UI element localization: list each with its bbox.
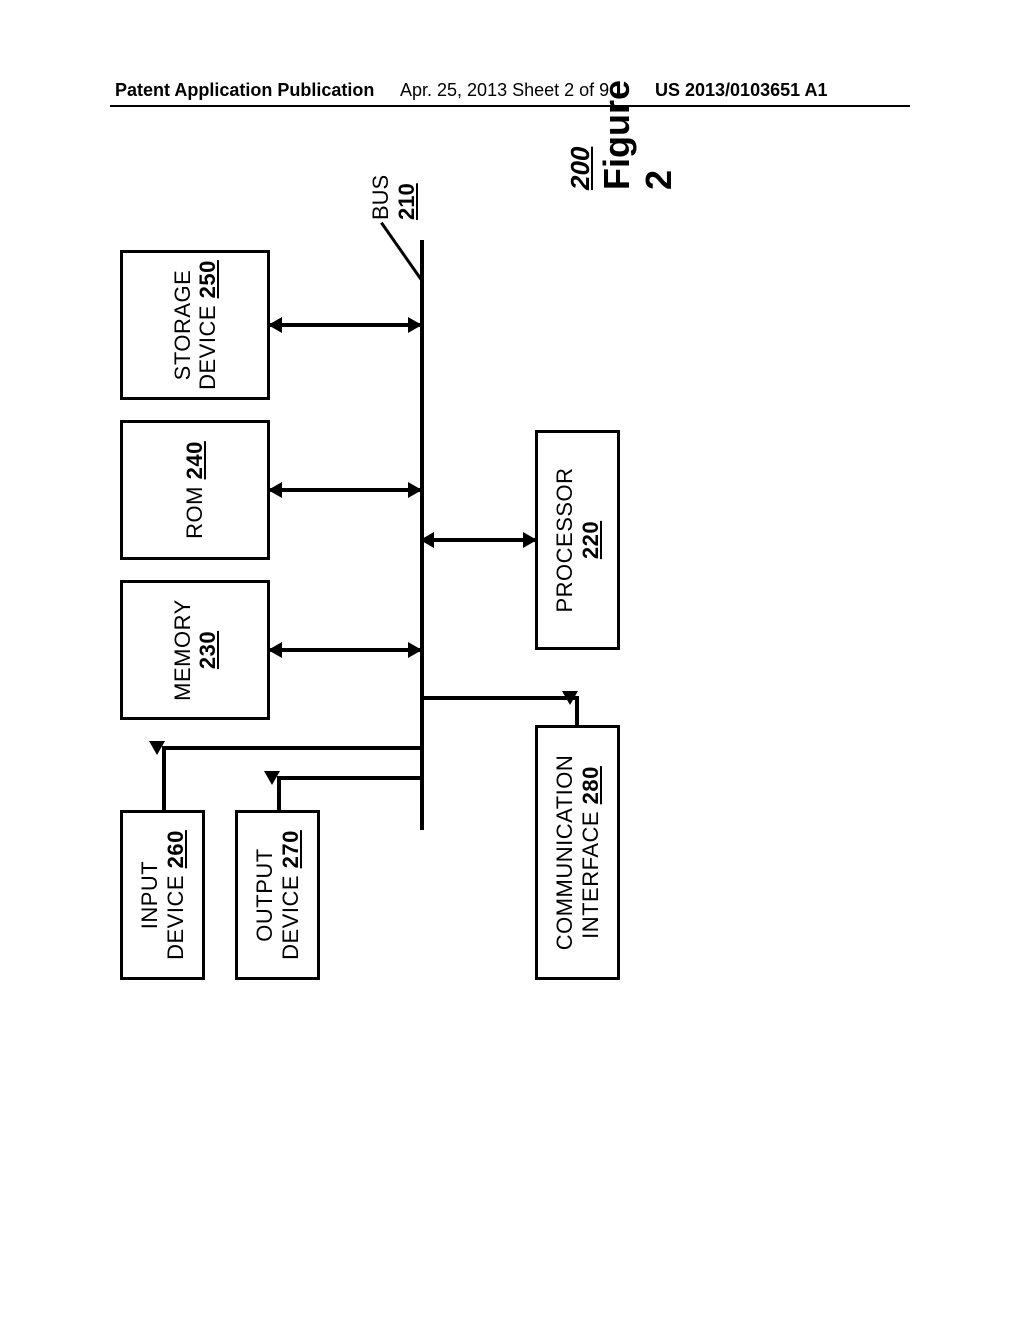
output-ref: 270 [278,830,303,868]
conn-storage [270,323,422,327]
header-rule [110,105,910,107]
arrow-storage-down [408,317,422,333]
processor-ref: 220 [578,521,603,559]
rom-ref: 240 [182,441,207,479]
input-line1: INPUT [137,861,162,930]
storage-line1: STORAGE [170,270,195,381]
arrow-memory-down [408,642,422,658]
box-memory: MEMORY 230 [120,580,270,720]
box-rom: ROM 240 [120,420,270,560]
box-processor: PROCESSOR 220 [535,430,620,650]
input-ref: 260 [163,830,188,868]
output-line1: OUTPUT [252,848,277,941]
figure-ref: 200 [565,80,596,190]
conn-memory [270,648,422,652]
arrow-to-input [149,741,165,755]
box-storage: STORAGE DEVICE 250 [120,250,270,400]
conn-input-h [162,746,166,810]
memory-ref: 230 [195,631,220,669]
bus-label: BUS 210 [368,175,420,220]
storage-ref: 250 [195,260,220,298]
conn-comm-v [420,696,578,700]
box-input-device: INPUT DEVICE 260 [120,810,205,980]
conn-processor [420,538,537,542]
comm-line2: INTERFACE [578,811,603,939]
arrow-rom-up [268,482,282,498]
processor-line1: PROCESSOR [552,467,577,612]
bus-ref: 210 [394,183,419,220]
output-line2: DEVICE [278,875,303,960]
figure-label-group: 200 Figure 2 [565,80,680,190]
header-left: Patent Application Publication [115,80,374,101]
conn-input [162,746,422,750]
memory-line1: MEMORY [170,599,195,701]
arrow-proc-up [420,532,434,548]
header-right: US 2013/0103651 A1 [655,80,827,101]
arrow-proc-down [523,532,537,548]
box-comm-interface: COMMUNICATION INTERFACE 280 [535,725,620,980]
conn-rom [270,488,422,492]
bus-text: BUS [368,175,393,220]
arrow-to-output [264,771,280,785]
arrow-storage-up [268,317,282,333]
figure-label: Figure 2 [596,80,680,190]
comm-ref: 280 [578,766,603,804]
arrow-rom-down [408,482,422,498]
arrow-to-comm [562,691,578,705]
rom-line1: ROM [182,486,207,539]
input-line2: DEVICE [163,875,188,960]
arrow-memory-up [268,642,282,658]
comm-line1: COMMUNICATION [552,755,577,951]
diagram: INPUT DEVICE 260 OUTPUT DEVICE 270 MEMOR… [120,200,1024,980]
bus-leader [380,222,423,281]
storage-line2: DEVICE [195,305,220,390]
box-output-device: OUTPUT DEVICE 270 [235,810,320,980]
conn-output [277,776,422,780]
